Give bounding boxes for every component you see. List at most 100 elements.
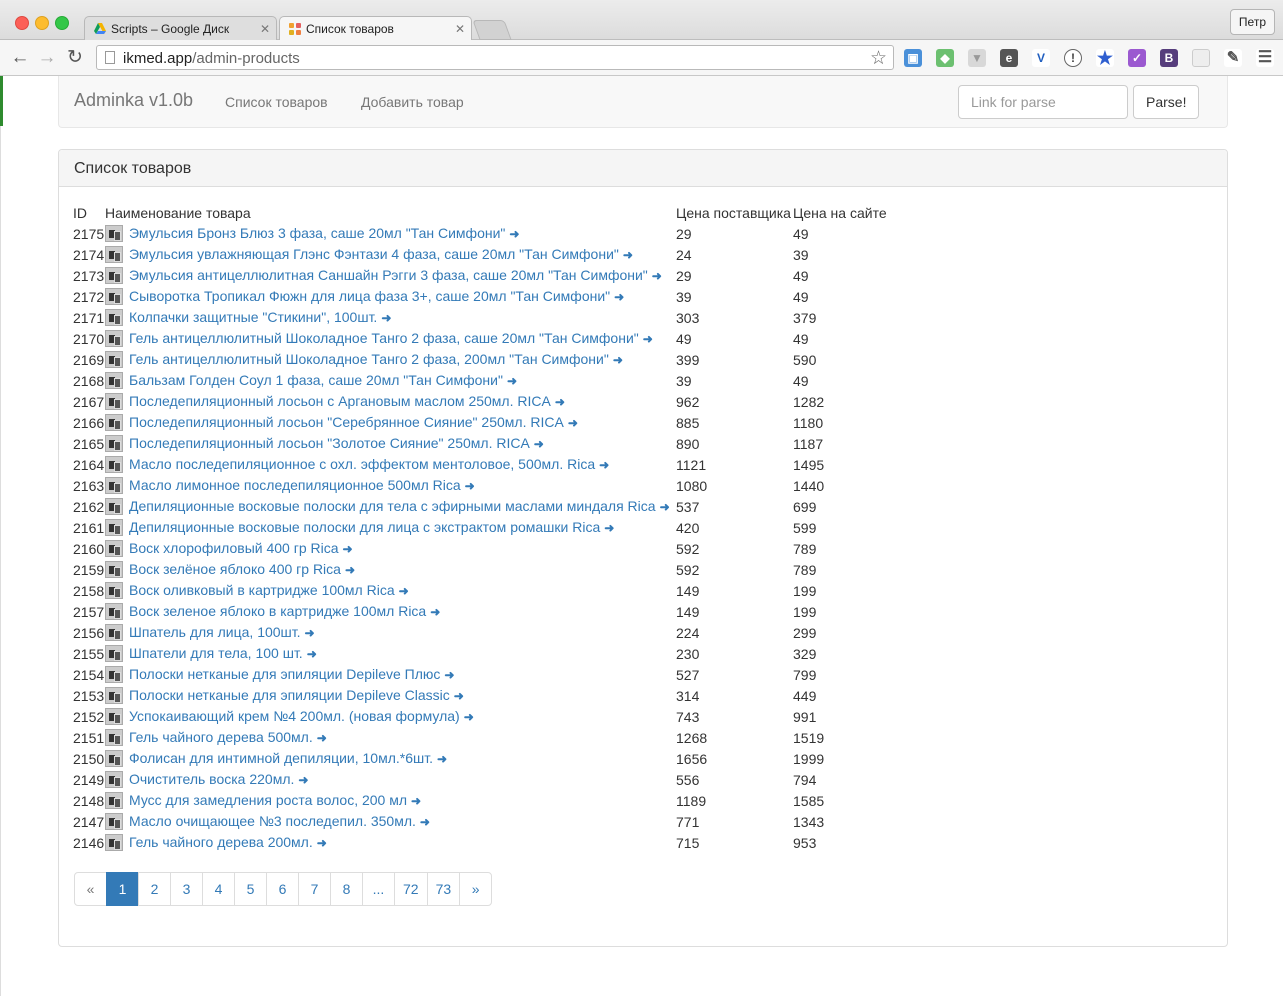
arrow-right-icon[interactable]: ➜	[411, 794, 421, 808]
product-image-icon[interactable]	[105, 225, 123, 243]
product-link[interactable]: Полоски нетканые для эпиляции Depileve C…	[129, 687, 450, 703]
product-image-icon[interactable]	[105, 435, 123, 453]
product-link[interactable]: Сыворотка Тропикал Фюжн для лица фаза 3+…	[129, 288, 610, 304]
product-image-icon[interactable]	[105, 834, 123, 852]
bookmark-star-icon[interactable]: ☆	[870, 47, 887, 70]
product-image-icon[interactable]	[105, 351, 123, 369]
arrow-right-icon[interactable]: ➜	[298, 773, 308, 787]
arrow-right-icon[interactable]: ➜	[420, 815, 430, 829]
product-image-icon[interactable]	[105, 267, 123, 285]
product-link[interactable]: Воск зелёное яблоко 400 гр Rica	[129, 561, 341, 577]
product-link[interactable]: Колпачки защитные "Стикини", 100шт.	[129, 309, 377, 325]
url-text[interactable]: ikmed.app/admin-products	[123, 50, 300, 67]
arrow-right-icon[interactable]: ➜	[599, 458, 609, 472]
product-image-icon[interactable]	[105, 414, 123, 432]
product-link[interactable]: Гель чайного дерева 200мл.	[129, 834, 313, 850]
product-image-icon[interactable]	[105, 393, 123, 411]
product-link[interactable]: Полоски нетканые для эпиляции Depileve П…	[129, 666, 440, 682]
product-image-icon[interactable]	[105, 708, 123, 726]
extension-star-icon[interactable]: ★	[1096, 49, 1114, 67]
nav-link-add-product[interactable]: Добавить товар	[361, 94, 464, 110]
page-73[interactable]: 73	[426, 872, 461, 906]
nav-link-products[interactable]: Список товаров	[225, 94, 328, 110]
product-link[interactable]: Шпатель для лица, 100шт.	[129, 624, 301, 640]
product-link[interactable]: Последепиляционный лосьон с Аргановым ма…	[129, 393, 551, 409]
link-for-parse-input[interactable]	[958, 85, 1128, 119]
page-2[interactable]: 2	[138, 872, 171, 906]
product-link[interactable]: Фолисан для интимной депиляции, 10мл.*6ш…	[129, 750, 433, 766]
product-link[interactable]: Гель чайного дерева 500мл.	[129, 729, 313, 745]
page-6[interactable]: 6	[266, 872, 299, 906]
arrow-right-icon[interactable]: ➜	[614, 290, 624, 304]
product-image-icon[interactable]	[105, 771, 123, 789]
product-link[interactable]: Шпатели для тела, 100 шт.	[129, 645, 303, 661]
arrow-right-icon[interactable]: ➜	[381, 311, 391, 325]
extension-info-icon[interactable]: !	[1064, 49, 1082, 67]
product-link[interactable]: Мусс для замедления роста волос, 200 мл	[129, 792, 407, 808]
product-link[interactable]: Успокаивающий крем №4 200мл. (новая форм…	[129, 708, 460, 724]
maximize-window-button[interactable]	[55, 16, 69, 30]
reload-icon[interactable]: ↻	[64, 47, 86, 69]
arrow-right-icon[interactable]: ➜	[604, 521, 614, 535]
product-image-icon[interactable]	[105, 309, 123, 327]
product-link[interactable]: Депиляционные восковые полоски для лица …	[129, 519, 600, 535]
product-link[interactable]: Эмульсия увлажняющая Глэнс Фэнтази 4 фаз…	[129, 246, 619, 262]
product-link[interactable]: Последепиляционный лосьон "Золотое Сияни…	[129, 435, 530, 451]
extension-shield-icon[interactable]: ▼	[968, 49, 986, 67]
close-tab-icon[interactable]: ✕	[260, 22, 270, 36]
product-image-icon[interactable]	[105, 498, 123, 516]
extension-screenshot-icon[interactable]: ▣	[904, 49, 922, 67]
product-image-icon[interactable]	[105, 813, 123, 831]
product-image-icon[interactable]	[105, 561, 123, 579]
arrow-right-icon[interactable]: ➜	[430, 605, 440, 619]
close-tab-icon[interactable]: ✕	[455, 22, 465, 36]
page-ellipsis[interactable]: ...	[362, 872, 395, 906]
product-image-icon[interactable]	[105, 687, 123, 705]
product-image-icon[interactable]	[105, 624, 123, 642]
product-image-icon[interactable]	[105, 456, 123, 474]
prev-page-button[interactable]: «	[74, 872, 107, 906]
arrow-right-icon[interactable]: ➜	[534, 437, 544, 451]
arrow-right-icon[interactable]: ➜	[568, 416, 578, 430]
back-icon[interactable]: ←	[9, 47, 31, 69]
product-link[interactable]: Эмульсия Бронз Блюз 3 фаза, саше 20мл "Т…	[129, 225, 505, 241]
extension-evernote-icon[interactable]: e	[1000, 49, 1018, 67]
product-image-icon[interactable]	[105, 603, 123, 621]
address-bar[interactable]: ikmed.app/admin-products ☆	[96, 45, 894, 70]
product-link[interactable]: Гель антицеллюлитный Шоколадное Танго 2 …	[129, 330, 639, 346]
extension-v-icon[interactable]: V	[1032, 49, 1050, 67]
page-1[interactable]: 1	[106, 872, 139, 906]
product-image-icon[interactable]	[105, 792, 123, 810]
minimize-window-button[interactable]	[35, 16, 49, 30]
arrow-right-icon[interactable]: ➜	[464, 710, 474, 724]
arrow-right-icon[interactable]: ➜	[555, 395, 565, 409]
new-tab-button[interactable]	[472, 20, 512, 40]
arrow-right-icon[interactable]: ➜	[305, 626, 315, 640]
arrow-right-icon[interactable]: ➜	[623, 248, 633, 262]
arrow-right-icon[interactable]: ➜	[343, 542, 353, 556]
product-link[interactable]: Очиститель воска 220мл.	[129, 771, 294, 787]
product-link[interactable]: Воск хлорофиловый 400 гр Rica	[129, 540, 339, 556]
product-link[interactable]: Масло очищающее №3 последепил. 350мл.	[129, 813, 416, 829]
arrow-right-icon[interactable]: ➜	[507, 374, 517, 388]
profile-button[interactable]: Петр	[1229, 9, 1275, 35]
parse-button[interactable]: Parse!	[1133, 85, 1200, 119]
arrow-right-icon[interactable]: ➜	[317, 836, 327, 850]
tab-google-drive[interactable]: Scripts – Google Диск ✕	[84, 16, 277, 40]
arrow-right-icon[interactable]: ➜	[399, 584, 409, 598]
product-image-icon[interactable]	[105, 729, 123, 747]
arrow-right-icon[interactable]: ➜	[613, 353, 623, 367]
page-72[interactable]: 72	[394, 872, 428, 906]
product-image-icon[interactable]	[105, 666, 123, 684]
extension-check-icon[interactable]: ✓	[1128, 49, 1146, 67]
product-image-icon[interactable]	[105, 750, 123, 768]
product-link[interactable]: Бальзам Голден Соул 1 фаза, саше 20мл "Т…	[129, 372, 503, 388]
product-link[interactable]: Эмульсия антицеллюлитная Саншайн Рэгги 3…	[129, 267, 648, 283]
page-3[interactable]: 3	[170, 872, 203, 906]
product-image-icon[interactable]	[105, 540, 123, 558]
product-image-icon[interactable]	[105, 330, 123, 348]
next-page-button[interactable]: »	[459, 872, 493, 906]
extension-blank-icon[interactable]	[1192, 49, 1210, 67]
product-link[interactable]: Масло лимонное последепиляционное 500мл …	[129, 477, 461, 493]
product-link[interactable]: Гель антицеллюлитный Шоколадное Танго 2 …	[129, 351, 609, 367]
